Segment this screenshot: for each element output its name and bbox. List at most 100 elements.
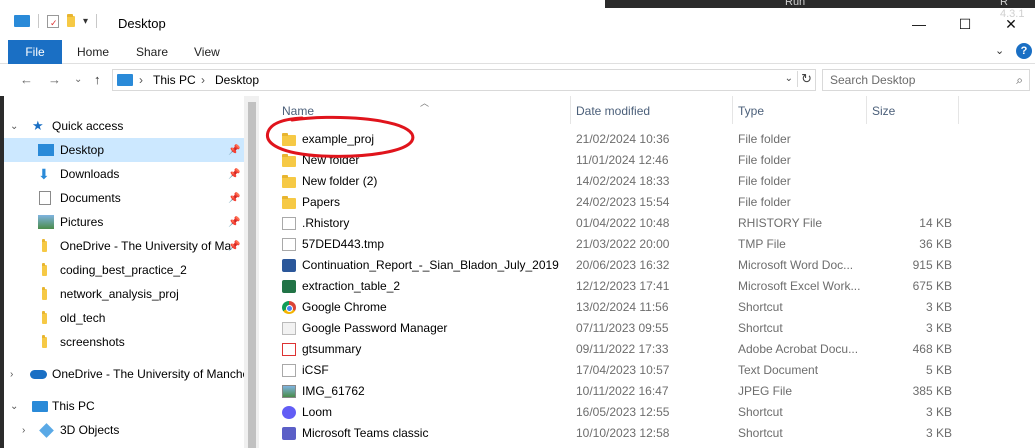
file-name: Continuation_Report_-_Sian_Bladon_July_2…: [302, 258, 559, 272]
pin-icon[interactable]: 📌: [228, 193, 240, 204]
file-type: Shortcut: [738, 405, 783, 419]
customize-toolbar-icon[interactable]: ▾: [83, 16, 88, 27]
minimize-button[interactable]: —: [896, 10, 942, 38]
file-list: Name Date modified Type Size example_pro…: [260, 96, 1035, 448]
file-row[interactable]: gtsummary 09/11/2022 17:33 Adobe Acrobat D…: [260, 339, 1035, 360]
maximize-button[interactable]: ☐: [942, 10, 988, 38]
column-separator[interactable]: [732, 96, 733, 124]
nav-label: OneDrive - The University of Manche: [52, 367, 244, 381]
file-row[interactable]: example_proj 21/02/2024 10:36 File folder: [260, 129, 1035, 150]
file-row[interactable]: .Rhistory 01/04/2022 10:48 RHISTORY File 14…: [260, 213, 1035, 234]
forward-button[interactable]: →: [48, 72, 61, 87]
column-header-name[interactable]: Name: [280, 100, 314, 122]
breadcrumb-desktop[interactable]: Desktop: [215, 73, 259, 87]
pin-icon[interactable]: 📌: [228, 169, 240, 180]
column-header-type[interactable]: Type: [736, 100, 764, 122]
nav-scrollbar-thumb[interactable]: [248, 102, 256, 448]
expand-chevron-icon[interactable]: ›: [22, 425, 25, 436]
file-row[interactable]: Microsoft Teams classic 10/10/2023 12:58 S…: [260, 423, 1035, 444]
nav-item-screenshots[interactable]: screenshots: [0, 330, 244, 354]
file-row[interactable]: IMG_61762 10/11/2022 16:47 JPEG File 385 KB: [260, 381, 1035, 402]
pin-icon[interactable]: 📌: [228, 145, 240, 156]
ribbon-expand-icon[interactable]: ⌄: [995, 44, 1004, 57]
file-type: Adobe Acrobat Docu...: [738, 342, 859, 356]
nav-3d-objects[interactable]: › 3D Objects: [0, 418, 244, 442]
file-date-modified: 10/10/2023 12:58: [576, 426, 670, 440]
nav-item-old-tech[interactable]: old_tech: [0, 306, 244, 330]
file-date-modified: 13/02/2024 11:56: [576, 300, 669, 314]
file-row[interactable]: iCSF 17/04/2023 10:57 Text Document 5 KB: [260, 360, 1035, 381]
nav-label: This PC: [52, 399, 95, 413]
breadcrumb-separator-2: ›: [201, 73, 205, 87]
column-separator[interactable]: [866, 96, 867, 124]
nav-label: OneDrive - The University of Ma: [60, 239, 232, 253]
file-name: iCSF: [302, 363, 329, 377]
file-row[interactable]: Continuation_Report_-_Sian_Bladon_July_2…: [260, 255, 1035, 276]
tab-file[interactable]: File: [8, 40, 62, 64]
search-box[interactable]: ⌕: [822, 69, 1030, 91]
taskstrip-text-run: Run: [785, 0, 806, 8]
new-folder-icon[interactable]: [67, 13, 75, 27]
nav-quick-access[interactable]: ⌄ ★ Quick access: [0, 114, 244, 138]
file-type: TMP File: [738, 237, 786, 251]
up-button[interactable]: ↑: [94, 72, 101, 87]
nav-item-desktop[interactable]: Desktop 📌: [0, 138, 244, 162]
back-button[interactable]: ←: [20, 72, 33, 87]
nav-label: 3D Objects: [60, 423, 120, 437]
nav-item-downloads[interactable]: ⬇ Downloads 📌: [0, 162, 244, 186]
nav-onedrive[interactable]: › OneDrive - The University of Manche: [0, 362, 244, 386]
downloads-icon: ⬇: [38, 166, 50, 182]
file-row[interactable]: Papers 24/02/2023 15:54 File folder: [260, 192, 1035, 213]
file-size: 3 KB: [925, 321, 952, 335]
nav-item-network-analysis[interactable]: network_analysis_proj: [0, 282, 244, 306]
nav-item-pictures[interactable]: Pictures 📌: [0, 210, 244, 234]
nav-this-pc[interactable]: ⌄ This PC: [0, 394, 244, 418]
column-header-date[interactable]: Date modified: [574, 100, 650, 122]
column-separator[interactable]: [570, 96, 571, 124]
file-row[interactable]: Loom 16/05/2023 12:55 Shortcut 3 KB: [260, 402, 1035, 423]
collapse-chevron-icon[interactable]: ⌄: [10, 121, 18, 132]
file-row[interactable]: 57DED443.tmp 21/03/2022 20:00 TMP File 36 K…: [260, 234, 1035, 255]
titlebar-separator: [38, 14, 39, 28]
close-button[interactable]: ✕: [988, 10, 1034, 38]
file-size: 675 KB: [912, 279, 952, 293]
pin-icon[interactable]: 📌: [228, 217, 240, 228]
collapse-chevron-icon[interactable]: ⌄: [10, 401, 18, 412]
nav-item-onedrive-folder[interactable]: OneDrive - The University of Ma 📌: [0, 234, 244, 258]
file-size: 3 KB: [925, 405, 952, 419]
file-row[interactable]: New folder 11/01/2024 12:46 File folder: [260, 150, 1035, 171]
image-icon: [282, 385, 296, 398]
recent-locations-button[interactable]: ⌄: [74, 74, 82, 85]
nav-label: Downloads: [60, 167, 120, 181]
nav-label: Desktop: [60, 143, 105, 157]
help-icon[interactable]: ?: [1016, 43, 1032, 59]
tab-home[interactable]: Home: [77, 40, 109, 64]
search-input[interactable]: [823, 70, 1003, 90]
refresh-icon[interactable]: ↻: [797, 71, 812, 87]
loom-icon: [282, 406, 296, 419]
breadcrumb-this-pc[interactable]: This PC: [153, 73, 196, 87]
tab-share[interactable]: Share: [136, 40, 168, 64]
nav-item-documents[interactable]: Documents 📌: [0, 186, 244, 210]
file-size: 36 KB: [919, 237, 952, 251]
file-row[interactable]: Google Chrome 13/02/2024 11:56 Shortcut 3 K…: [260, 297, 1035, 318]
file-type: JPEG File: [738, 384, 793, 398]
file-row[interactable]: extraction_table_2 12/12/2023 17:41 Micros…: [260, 276, 1035, 297]
pin-icon[interactable]: 📌: [228, 241, 240, 252]
file-date-modified: 17/04/2023 10:57: [576, 363, 670, 377]
file-date-modified: 21/02/2024 10:36: [576, 132, 670, 146]
sort-ascending-icon: ︿: [420, 98, 430, 108]
folder-icon: [282, 175, 296, 188]
address-dropdown-icon[interactable]: ⌄: [785, 73, 793, 84]
expand-chevron-icon[interactable]: ›: [10, 369, 13, 380]
file-row[interactable]: New folder (2) 14/02/2024 18:33 File folde…: [260, 171, 1035, 192]
address-bar[interactable]: › This PC › Desktop ⌄ ↻: [112, 69, 816, 91]
nav-item-coding-best-practice[interactable]: coding_best_practice_2: [0, 258, 244, 282]
tab-view[interactable]: View: [194, 40, 220, 64]
file-row[interactable]: Google Password Manager 07/11/2023 09:55 S…: [260, 318, 1035, 339]
column-separator[interactable]: [958, 96, 959, 124]
nav-scrollbar[interactable]: [244, 96, 259, 448]
address-row: ← → ⌄ ↑ › This PC › Desktop ⌄ ↻ ⌕: [0, 64, 1035, 96]
column-header-size[interactable]: Size: [870, 100, 895, 122]
properties-icon[interactable]: ✓: [47, 14, 59, 28]
